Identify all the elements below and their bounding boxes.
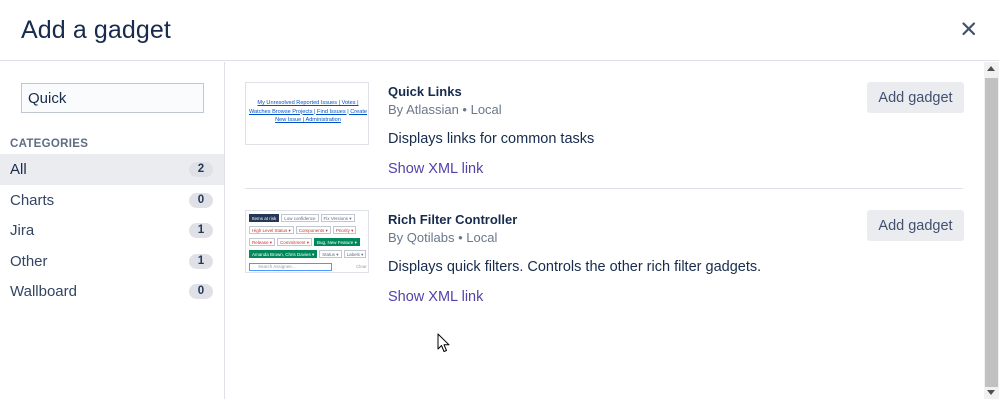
thumbnail-chip: Bug, New Feature ▾ <box>314 238 360 246</box>
thumbnail-chip: Release ▾ <box>249 238 276 246</box>
category-label: Wallboard <box>10 283 77 301</box>
categories-heading: CATEGORIES <box>10 138 89 150</box>
category-count-badge: 0 <box>189 284 213 300</box>
scroll-up-arrow-icon[interactable] <box>987 66 995 71</box>
scrollbar[interactable] <box>984 62 999 399</box>
category-count-badge: 1 <box>189 253 213 269</box>
category-other[interactable]: Other 1 <box>0 246 224 277</box>
category-count-badge: 1 <box>189 223 213 239</box>
gadget-description: Displays quick filters. Controls the oth… <box>388 259 762 275</box>
gadget-item-quick-links: My Unresolved Reported Issues | Votes | … <box>245 82 964 189</box>
category-label: Other <box>10 252 48 270</box>
gadget-name: Rich Filter Controller <box>388 212 518 227</box>
category-list: All 2 Charts 0 Jira 1 Other 1 Wallboard … <box>0 154 224 307</box>
sidebar: CATEGORIES All 2 Charts 0 Jira 1 Other 1… <box>0 62 225 399</box>
category-wallboard[interactable]: Wallboard 0 <box>0 276 224 307</box>
gadget-author: By Atlassian • Local <box>388 102 502 117</box>
show-xml-link[interactable]: Show XML link <box>388 289 483 305</box>
close-icon <box>962 22 976 36</box>
thumbnail-chip-row: Release ▾ Commitment ▾ Bug, New Feature … <box>249 238 360 246</box>
gadget-item-rich-filter-controller: Items at risk Low confidence Fix Version… <box>245 210 964 320</box>
thumbnail-clear-label: Clear <box>356 264 367 269</box>
thumbnail-links: My Unresolved Reported Issues | Votes | … <box>248 100 368 123</box>
thumbnail-chip: Labels ▾ <box>343 250 367 258</box>
scroll-thumb[interactable] <box>985 78 998 387</box>
category-charts[interactable]: Charts 0 <box>0 185 224 216</box>
search-input[interactable] <box>21 83 204 113</box>
thumbnail-chip: Priority ▾ <box>332 226 357 234</box>
category-label: Charts <box>10 191 55 209</box>
thumbnail-chip: High Level Status ▾ <box>249 226 294 234</box>
thumbnail-chip: Status ▾ <box>319 250 342 258</box>
category-count-badge: 0 <box>189 192 213 208</box>
thumbnail-chip-row: High Level Status ▾ Components ▾ Priorit… <box>249 226 357 234</box>
thumbnail-chip: Commitment ▾ <box>277 238 313 246</box>
category-all[interactable]: All 2 <box>0 154 224 185</box>
thumbnail-search-field: Search Assignee... <box>249 263 332 271</box>
gadget-thumbnail: My Unresolved Reported Issues | Votes | … <box>245 82 369 145</box>
dialog-title: Add a gadget <box>21 16 171 44</box>
gadget-description: Displays links for common tasks <box>388 131 595 147</box>
scroll-down-arrow-icon[interactable] <box>987 390 995 395</box>
dialog-header: Add a gadget <box>0 0 999 61</box>
gadget-name: Quick Links <box>388 84 462 99</box>
category-jira[interactable]: Jira 1 <box>0 215 224 246</box>
add-gadget-button[interactable]: Add gadget <box>867 210 964 241</box>
show-xml-link[interactable]: Show XML link <box>388 161 483 177</box>
thumbnail-chip-row: Amanda Brown, Chris Davies ▾ Status ▾ La… <box>249 250 367 258</box>
thumbnail-chip: Components ▾ <box>295 226 331 234</box>
gadget-author: By Qotilabs • Local <box>388 230 498 245</box>
mouse-pointer-icon <box>437 333 450 352</box>
add-gadget-button[interactable]: Add gadget <box>867 82 964 113</box>
thumbnail-chip-row: Items at risk Low confidence Fix Version… <box>249 214 355 222</box>
gadget-list: My Unresolved Reported Issues | Votes | … <box>226 62 984 399</box>
thumbnail-chip: Low confidence <box>281 214 319 222</box>
category-label: All <box>10 161 27 178</box>
close-button[interactable] <box>958 18 980 40</box>
thumbnail-chip: Items at risk <box>249 214 280 222</box>
thumbnail-chip: Fix Versions ▾ <box>320 214 355 222</box>
thumbnail-chip: Amanda Brown, Chris Davies ▾ <box>249 250 318 258</box>
gadget-thumbnail: Items at risk Low confidence Fix Version… <box>245 210 369 273</box>
category-label: Jira <box>10 222 35 240</box>
category-count-badge: 2 <box>189 162 213 177</box>
